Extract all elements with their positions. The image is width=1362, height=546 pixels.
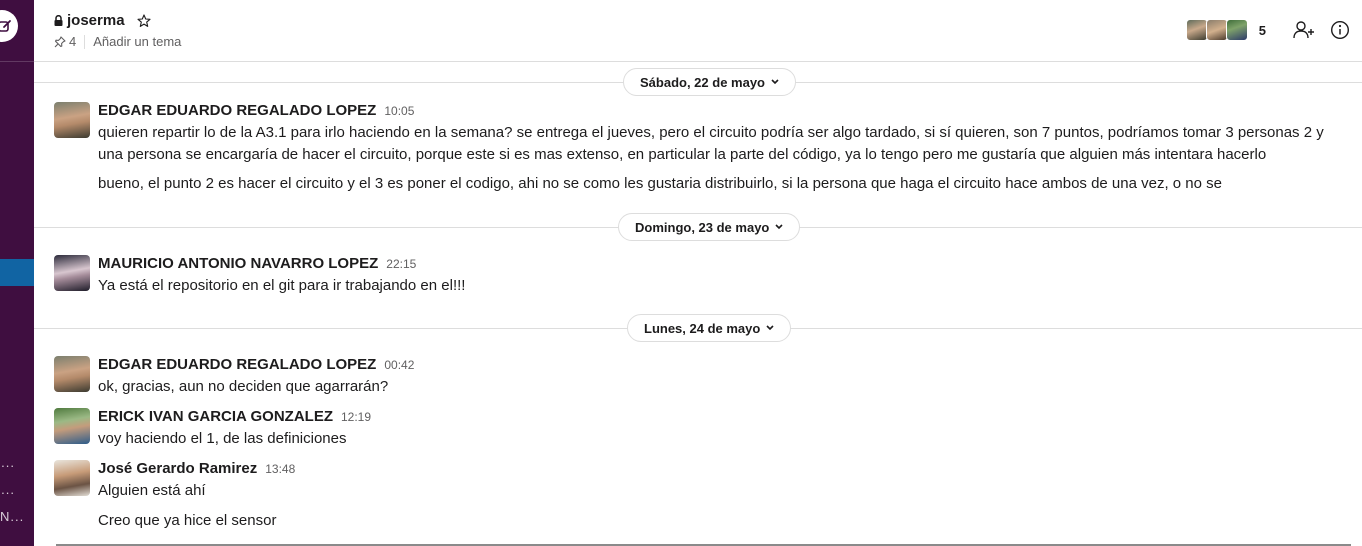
date-divider: Domingo, 23 de mayo	[34, 213, 1362, 241]
message[interactable]: EDGAR EDUARDO REGALADO LOPEZ 00:42 ok, g…	[54, 356, 1354, 400]
timestamp[interactable]: 13:48	[265, 462, 295, 476]
avatar	[1185, 19, 1208, 41]
date-label: Domingo, 23 de mayo	[635, 219, 770, 235]
message[interactable]: MAURICIO ANTONIO NAVARRO LOPEZ 22:15 Ya …	[54, 255, 1354, 299]
compose-icon	[0, 20, 11, 32]
date-divider: Sábado, 22 de mayo	[34, 68, 1362, 96]
avatar[interactable]	[54, 408, 90, 444]
date-label: Lunes, 24 de mayo	[644, 320, 761, 336]
message-header: ERICK IVAN GARCIA GONZALEZ 12:19	[98, 408, 371, 425]
sidebar-item-active[interactable]	[0, 259, 34, 286]
message-text: voy haciendo el 1, de las definiciones	[98, 430, 347, 447]
date-divider-button[interactable]: Lunes, 24 de mayo	[627, 314, 792, 342]
add-member-icon	[1293, 21, 1314, 39]
workspace-sidebar: ... ... N...	[0, 0, 34, 546]
add-topic-link[interactable]: Añadir un tema	[93, 34, 181, 49]
avatar[interactable]	[54, 356, 90, 392]
date-divider-button[interactable]: Domingo, 23 de mayo	[618, 213, 801, 241]
message-text: bueno, el punto 2 es hacer el circuito y…	[98, 175, 1223, 192]
channel-header: joserma 4 Añadir un tema 5	[34, 0, 1362, 62]
date-label: Sábado, 22 de mayo	[640, 74, 765, 90]
avatar[interactable]	[54, 460, 90, 496]
message-text: ok, gracias, aun no deciden que agarrará…	[98, 378, 389, 395]
member-avatars[interactable]	[1185, 19, 1248, 41]
message[interactable]: ERICK IVAN GARCIA GONZALEZ 12:19 voy hac…	[54, 408, 1354, 452]
message-text: Ya está el repositorio en el git para ir…	[98, 277, 466, 294]
message-header: EDGAR EDUARDO REGALADO LOPEZ 10:05	[98, 102, 414, 119]
timestamp[interactable]: 12:19	[341, 410, 371, 424]
star-icon[interactable]	[136, 13, 151, 28]
sidebar-item-truncated[interactable]: ...	[0, 482, 34, 497]
chevron-down-icon	[766, 325, 774, 331]
date-divider: Lunes, 24 de mayo	[34, 314, 1362, 342]
sender-name[interactable]: ERICK IVAN GARCIA GONZALEZ	[98, 408, 333, 425]
sender-name[interactable]: MAURICIO ANTONIO NAVARRO LOPEZ	[98, 255, 378, 272]
message-text: Creo que ya hice el sensor	[98, 512, 277, 529]
sender-name[interactable]: EDGAR EDUARDO REGALADO LOPEZ	[98, 102, 376, 119]
message-header: MAURICIO ANTONIO NAVARRO LOPEZ 22:15	[98, 255, 416, 272]
channel-info-button[interactable]	[1326, 16, 1354, 44]
pin-icon[interactable]	[54, 35, 66, 48]
avatar[interactable]	[54, 255, 90, 291]
pin-count[interactable]: 4	[69, 34, 76, 49]
chevron-down-icon	[771, 79, 779, 85]
timestamp[interactable]: 00:42	[384, 358, 414, 372]
message[interactable]: EDGAR EDUARDO REGALADO LOPEZ 10:05 quier…	[54, 102, 1354, 198]
message[interactable]: José Gerardo Ramirez 13:48 Alguien está …	[54, 460, 1354, 536]
sidebar-item-truncated[interactable]: ...	[0, 455, 34, 470]
avatar	[1225, 19, 1248, 41]
info-icon	[1330, 20, 1350, 40]
message-header: EDGAR EDUARDO REGALADO LOPEZ 00:42	[98, 356, 414, 373]
sender-name[interactable]: EDGAR EDUARDO REGALADO LOPEZ	[98, 356, 376, 373]
channel-title[interactable]: joserma	[54, 12, 151, 29]
sidebar-divider	[0, 61, 34, 62]
avatar	[1205, 19, 1228, 41]
date-divider-button[interactable]: Sábado, 22 de mayo	[623, 68, 796, 96]
sidebar-item-truncated[interactable]: N...	[0, 509, 34, 524]
message-text: Alguien está ahí	[98, 482, 206, 499]
add-member-button[interactable]	[1290, 16, 1318, 44]
message-header: José Gerardo Ramirez 13:48	[98, 460, 295, 477]
compose-button[interactable]	[0, 10, 18, 42]
chevron-down-icon	[775, 224, 783, 230]
message-text: quieren repartir lo de la A3.1 para irlo…	[98, 124, 1324, 163]
meta-separator	[84, 34, 86, 49]
channel-meta: 4 Añadir un tema	[54, 34, 181, 49]
avatar[interactable]	[54, 102, 90, 138]
channel-name[interactable]: joserma	[67, 12, 125, 29]
timestamp[interactable]: 22:15	[386, 257, 416, 271]
message-list: Sábado, 22 de mayo EDGAR EDUARDO REGALAD…	[34, 62, 1362, 546]
header-actions: 5	[1185, 16, 1362, 44]
sender-name[interactable]: José Gerardo Ramirez	[98, 460, 257, 477]
lock-icon	[54, 15, 63, 26]
member-count[interactable]: 5	[1259, 23, 1266, 38]
timestamp[interactable]: 10:05	[384, 104, 414, 118]
